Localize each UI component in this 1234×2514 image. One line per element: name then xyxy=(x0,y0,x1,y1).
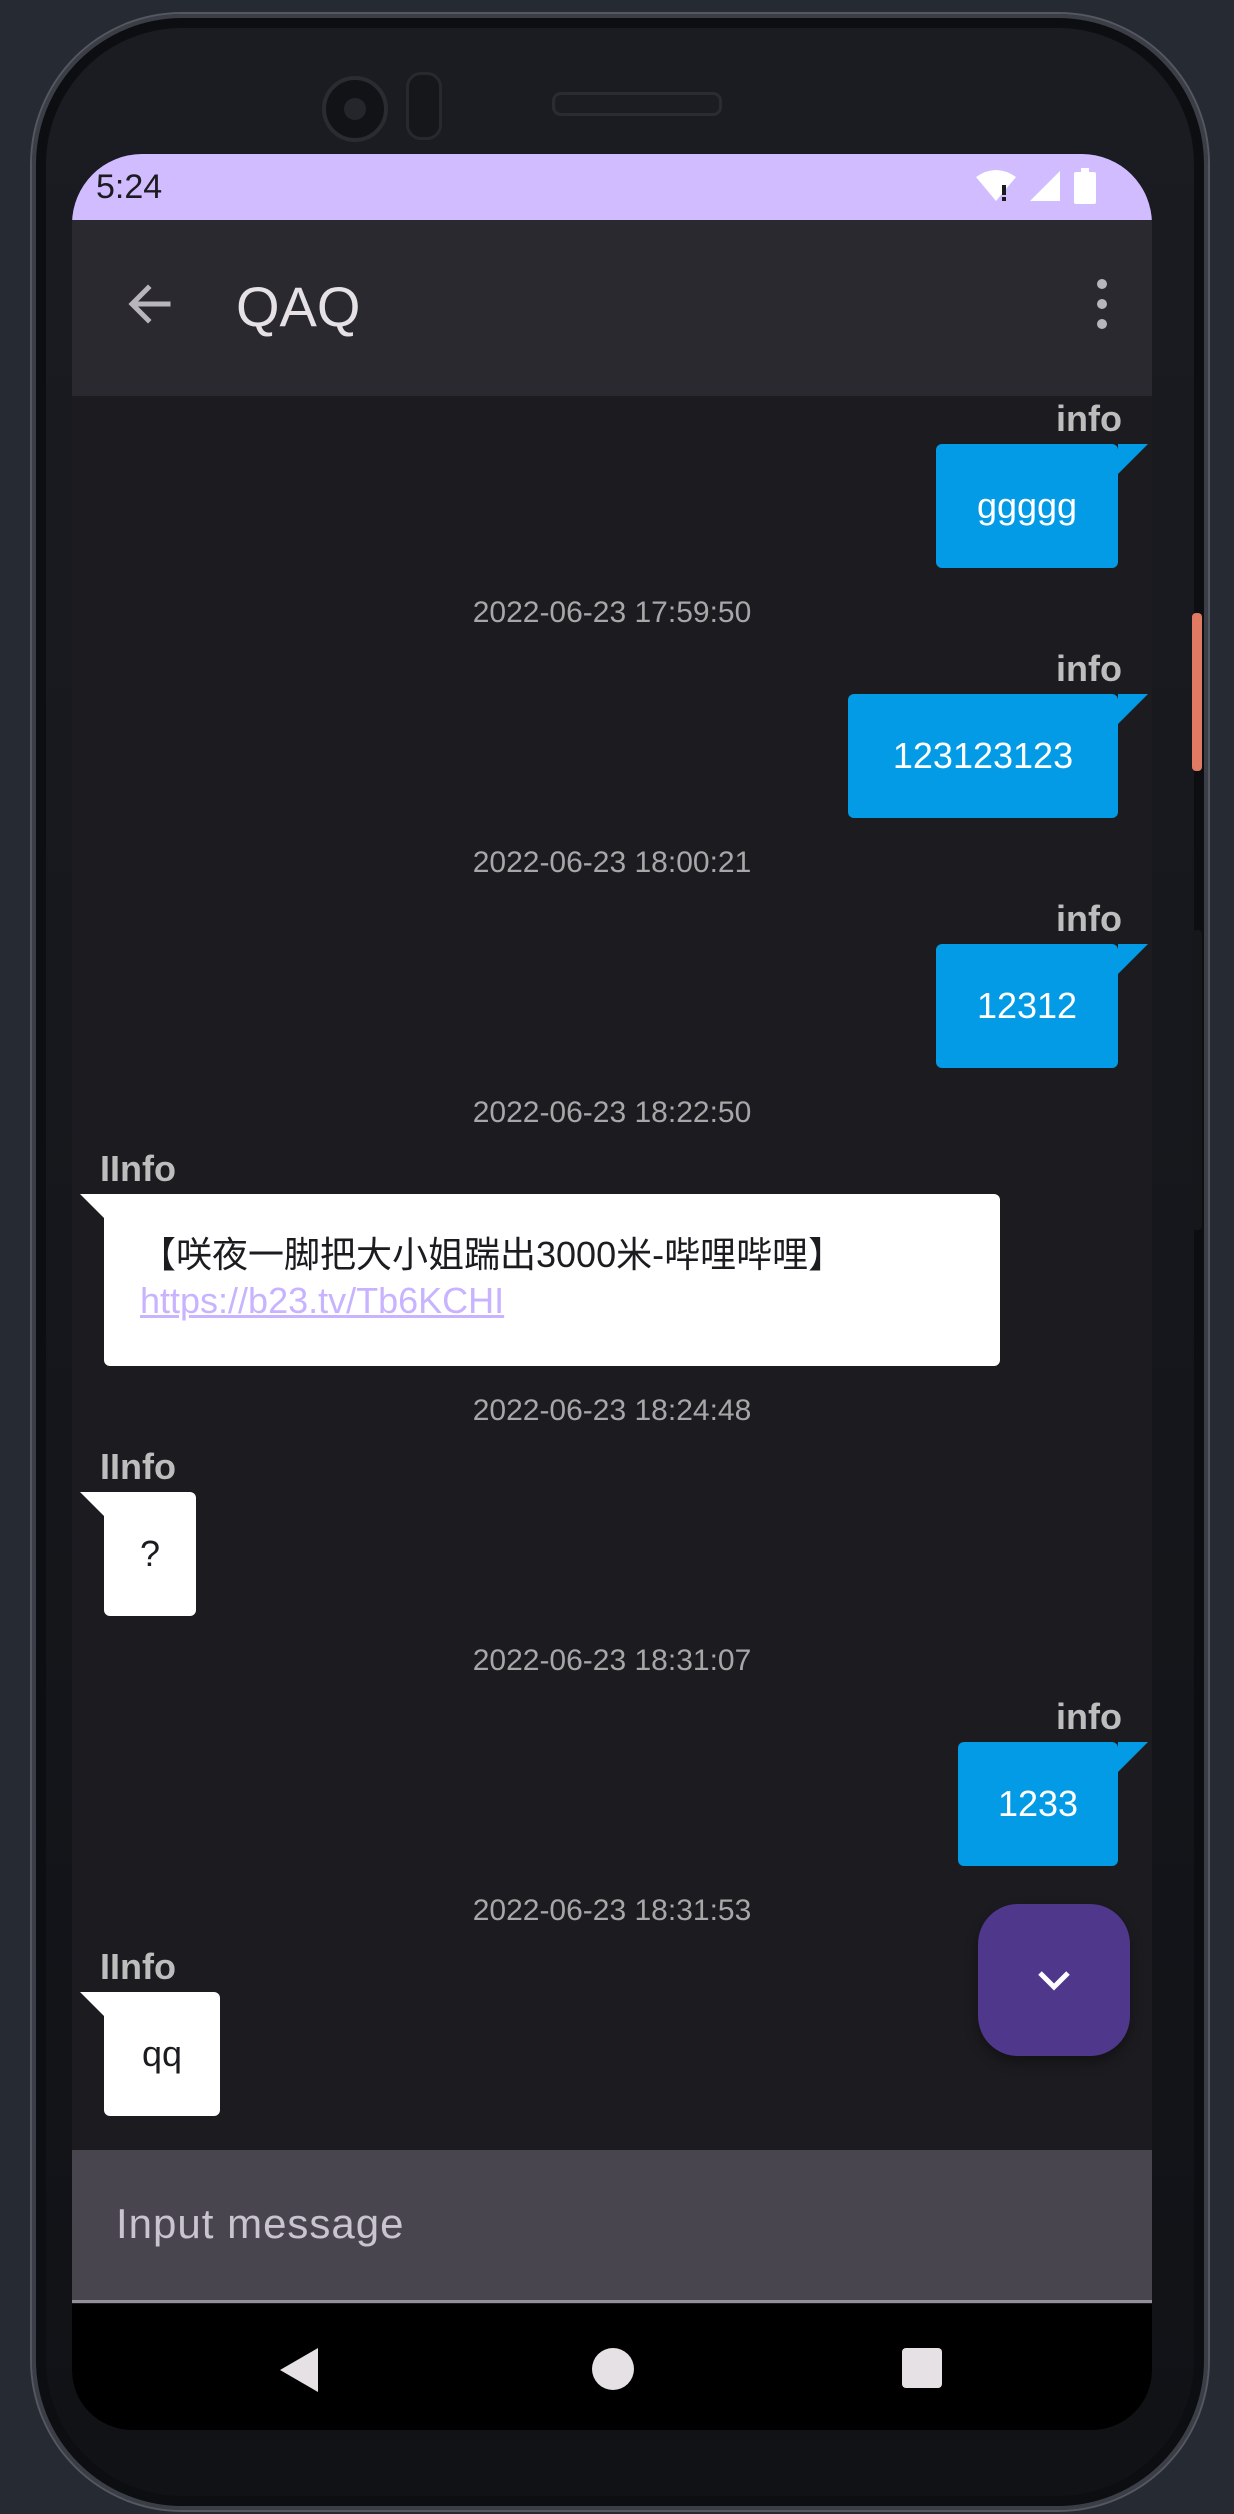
app-bar: QAQ xyxy=(72,220,1152,396)
message-bubble[interactable]: 12312 xyxy=(936,944,1118,1068)
message-sender: IInfo xyxy=(100,1148,176,1189)
volume-button xyxy=(1192,930,1202,1230)
square-recents-icon[interactable] xyxy=(900,2346,944,2390)
message-timestamp: 2022-06-23 18:31:07 xyxy=(472,1644,752,1677)
message-timestamp: 2022-06-23 18:22:50 xyxy=(472,1096,752,1129)
status-time: 5:24 xyxy=(96,168,163,206)
arrow-back-icon[interactable] xyxy=(120,274,180,334)
bubble-tail xyxy=(1118,1742,1148,1772)
message-bubble[interactable]: 123123123 xyxy=(848,694,1118,818)
message-sender: info xyxy=(1056,1696,1122,1737)
message-sender: info xyxy=(1056,398,1122,439)
message-sender: IInfo xyxy=(100,1946,176,1987)
message-bubble[interactable]: qq xyxy=(104,1992,220,2116)
message-bubble[interactable]: ggggg xyxy=(936,444,1118,568)
scroll-to-bottom-button[interactable] xyxy=(978,1904,1130,2056)
bubble-tail xyxy=(1118,944,1148,974)
triangle-back-icon[interactable] xyxy=(278,2346,322,2394)
message-sender: info xyxy=(1056,898,1122,939)
chat-title: QAQ xyxy=(236,275,361,338)
message-link[interactable]: https://b23.tv/Tb6KCHI xyxy=(140,1278,964,1324)
message-bubble[interactable]: 1233 xyxy=(958,1742,1118,1866)
message-timestamp: 2022-06-23 17:59:50 xyxy=(472,596,752,629)
signal-icon xyxy=(1030,171,1060,201)
message-text: 【咲夜一脚把大小姐踹出3000米-哔哩哔哩】 xyxy=(140,1234,845,1275)
circle-home-icon[interactable] xyxy=(590,2346,636,2392)
bubble-tail xyxy=(1118,694,1148,724)
message-input[interactable]: Input message xyxy=(72,2150,1152,2303)
message-timestamp: 2022-06-23 18:24:48 xyxy=(472,1394,752,1427)
message-sender: info xyxy=(1056,648,1122,689)
chevron-down-icon xyxy=(1038,1971,1070,1991)
battery-icon xyxy=(1074,168,1096,204)
more-vert-icon[interactable] xyxy=(1092,276,1112,332)
phone-screen: 5:24 QAQ info ggggg 2022-06-23 17:59:50 … xyxy=(72,154,1152,2430)
status-bar: 5:24 xyxy=(72,154,1152,220)
input-placeholder: Input message xyxy=(116,2200,405,2247)
front-camera xyxy=(322,76,388,142)
message-sender: IInfo xyxy=(100,1446,176,1487)
power-button xyxy=(1192,613,1202,771)
message-bubble[interactable]: 【咲夜一脚把大小姐踹出3000米-哔哩哔哩】 https://b23.tv/Tb… xyxy=(104,1194,1000,1366)
earpiece-speaker xyxy=(552,92,722,116)
proximity-sensor xyxy=(406,72,442,140)
navigation-bar xyxy=(72,2304,1152,2430)
message-timestamp: 2022-06-23 18:00:21 xyxy=(472,846,752,879)
status-icons xyxy=(976,168,1096,204)
bubble-tail xyxy=(1118,444,1148,474)
wifi-icon xyxy=(976,170,1016,201)
message-bubble[interactable]: ? xyxy=(104,1492,196,1616)
